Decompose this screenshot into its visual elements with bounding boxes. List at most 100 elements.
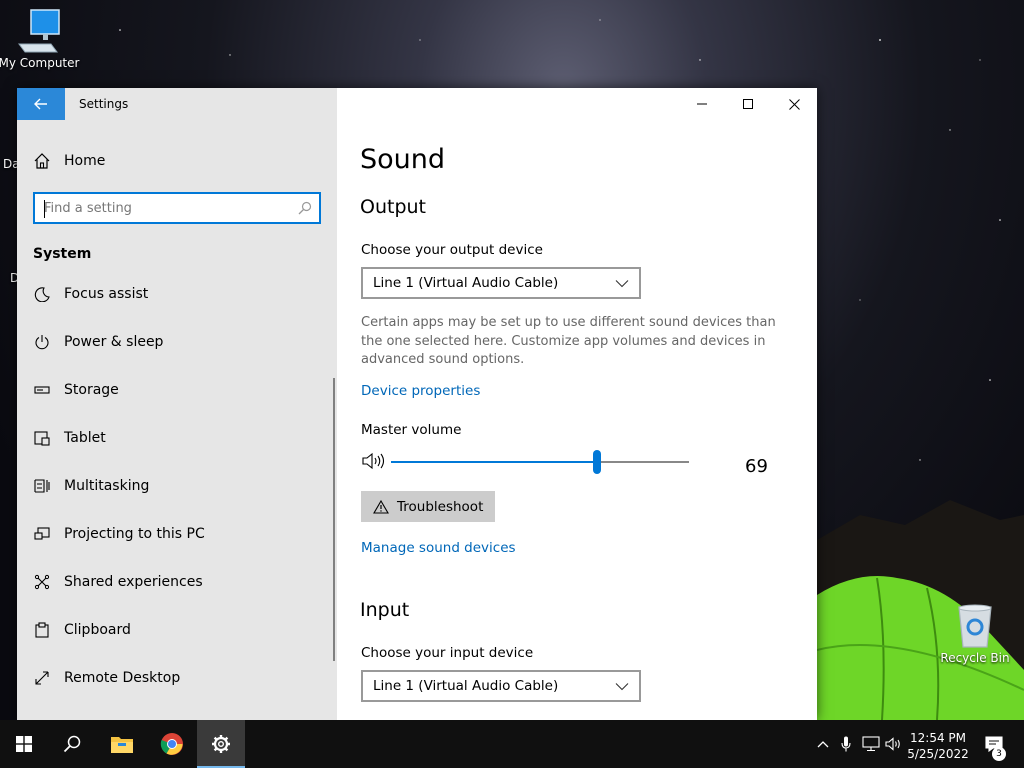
settings-gear-icon xyxy=(212,735,230,753)
notification-count-badge: 3 xyxy=(992,747,1006,761)
window-title: Settings xyxy=(79,97,129,111)
sidebar-item-label: Multitasking xyxy=(64,478,150,494)
home-icon xyxy=(33,152,53,170)
settings-sidebar: Settings Home System Focus assist Power … xyxy=(17,88,337,720)
sidebar-item-projecting[interactable]: Projecting to this PC xyxy=(17,510,333,558)
output-device-label: Choose your output device xyxy=(361,242,543,258)
sidebar-item-label: Tablet xyxy=(64,430,106,446)
sidebar-item-label: Shared experiences xyxy=(64,574,203,590)
sidebar-item-multitasking[interactable]: Multitasking xyxy=(17,462,333,510)
speaker-icon xyxy=(362,452,385,470)
storage-icon xyxy=(33,381,51,399)
tray-show-hidden[interactable] xyxy=(814,720,832,768)
chevron-up-icon xyxy=(817,741,829,748)
tray-microphone[interactable] xyxy=(837,720,855,768)
master-volume-slider[interactable] xyxy=(391,450,689,474)
search-input[interactable] xyxy=(44,195,294,221)
sidebar-item-home[interactable]: Home xyxy=(33,150,105,172)
power-icon xyxy=(33,333,51,351)
minimize-icon xyxy=(697,103,707,105)
sidebar-item-label: Remote Desktop xyxy=(64,670,181,686)
slider-thumb[interactable] xyxy=(593,450,601,474)
close-icon xyxy=(788,98,800,110)
start-button[interactable] xyxy=(0,720,48,768)
slider-fill xyxy=(391,461,597,463)
minimize-button[interactable] xyxy=(679,88,725,120)
desktop-icon-label: My Computer xyxy=(0,56,80,70)
input-heading: Input xyxy=(360,599,410,621)
master-volume-label: Master volume xyxy=(361,422,462,438)
tray-network[interactable] xyxy=(861,720,881,768)
text-caret xyxy=(44,200,45,218)
sidebar-item-remote-desktop[interactable]: Remote Desktop xyxy=(17,654,333,702)
sidebar-item-power-sleep[interactable]: Power & sleep xyxy=(17,318,333,366)
sidebar-nav: Focus assist Power & sleep Storage Table… xyxy=(17,270,333,702)
output-description: Certain apps may be set up to use differ… xyxy=(361,315,776,367)
sidebar-item-shared-experiences[interactable]: Shared experiences xyxy=(17,558,333,606)
sidebar-item-focus-assist[interactable]: Focus assist xyxy=(17,270,333,318)
action-center-button[interactable] xyxy=(978,720,1010,768)
recycle-bin-icon xyxy=(958,604,992,648)
tablet-icon xyxy=(33,429,51,447)
chevron-down-icon xyxy=(615,683,629,691)
taskbar: 12:54 PM 5/25/2022 3 xyxy=(0,720,1024,768)
sidebar-scrollbar[interactable] xyxy=(333,378,335,661)
output-device-dropdown[interactable]: Line 1 (Virtual Audio Cable) xyxy=(361,267,641,299)
chrome-icon xyxy=(160,733,183,755)
windows-start-icon xyxy=(16,736,32,752)
desktop-icon-recycle-bin[interactable]: Recycle Bin xyxy=(933,603,1017,665)
moon-icon xyxy=(33,285,51,303)
shared-experiences-icon xyxy=(33,573,51,591)
computer-icon xyxy=(18,9,60,53)
clock-date: 5/25/2022 xyxy=(907,747,969,761)
search-icon xyxy=(63,735,81,753)
taskbar-search-button[interactable] xyxy=(48,720,96,768)
clock-time: 12:54 PM xyxy=(910,731,966,745)
sidebar-item-clipboard[interactable]: Clipboard xyxy=(17,606,333,654)
back-button[interactable] xyxy=(17,88,65,120)
microphone-icon xyxy=(841,736,851,752)
maximize-icon xyxy=(743,99,753,109)
sidebar-item-label: Clipboard xyxy=(64,622,131,638)
content-pane: Sound Output Choose your output device L… xyxy=(337,88,817,720)
close-button[interactable] xyxy=(771,88,817,120)
search-icon xyxy=(298,201,312,215)
taskbar-settings[interactable] xyxy=(197,720,245,768)
search-box[interactable] xyxy=(33,192,321,224)
file-explorer-icon xyxy=(111,737,133,753)
taskbar-chrome[interactable] xyxy=(148,720,196,768)
desktop-icon-my-computer[interactable]: My Computer xyxy=(0,8,81,70)
sidebar-item-label: Projecting to this PC xyxy=(64,526,205,542)
input-device-label: Choose your input device xyxy=(361,645,534,661)
warning-icon xyxy=(373,499,389,514)
tray-volume[interactable] xyxy=(884,720,904,768)
chevron-down-icon xyxy=(615,280,629,288)
taskbar-file-explorer[interactable] xyxy=(98,720,146,768)
maximize-button[interactable] xyxy=(725,88,771,120)
speaker-icon xyxy=(885,737,900,751)
output-heading: Output xyxy=(360,196,426,218)
sidebar-section-system: System xyxy=(33,246,92,262)
clipboard-icon xyxy=(33,621,51,639)
sidebar-item-storage[interactable]: Storage xyxy=(17,366,333,414)
troubleshoot-button[interactable]: Troubleshoot xyxy=(361,491,495,522)
sidebar-item-tablet[interactable]: Tablet xyxy=(17,414,333,462)
input-device-dropdown[interactable]: Line 1 (Virtual Audio Cable) xyxy=(361,670,641,702)
taskbar-clock[interactable]: 12:54 PM 5/25/2022 xyxy=(906,730,970,762)
remote-desktop-icon xyxy=(33,669,51,687)
projecting-icon xyxy=(33,525,51,543)
output-device-selected: Line 1 (Virtual Audio Cable) xyxy=(373,275,559,291)
back-arrow-icon xyxy=(34,98,47,110)
troubleshoot-label: Troubleshoot xyxy=(397,498,484,515)
sidebar-item-label: Storage xyxy=(64,382,119,398)
settings-window: Settings Home System Focus assist Power … xyxy=(17,88,817,720)
desktop-icon-label: Recycle Bin xyxy=(940,651,1010,665)
network-icon xyxy=(862,736,880,752)
device-properties-link[interactable]: Device properties xyxy=(361,383,480,399)
manage-sound-devices-link[interactable]: Manage sound devices xyxy=(361,540,516,556)
sidebar-item-label: Home xyxy=(64,153,106,169)
page-title: Sound xyxy=(360,144,446,175)
volume-value: 69 xyxy=(745,456,768,477)
sidebar-item-label: Power & sleep xyxy=(64,334,164,350)
multitasking-icon xyxy=(33,477,51,495)
